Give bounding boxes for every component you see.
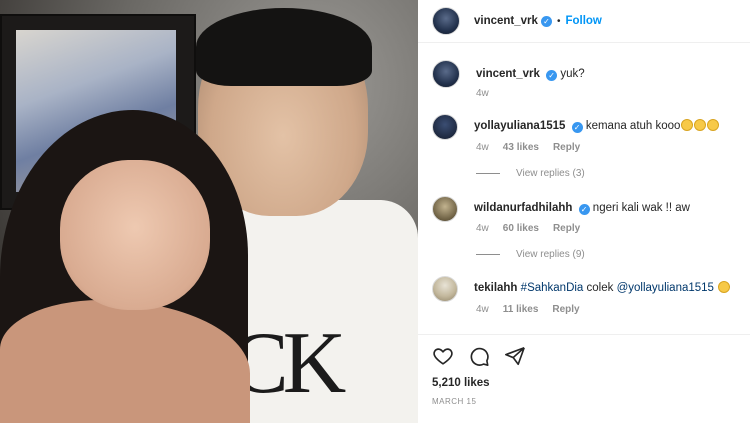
comments-list[interactable]: vincent_vrk ✓ yuk? 4w yollayuliana1515 ✓…	[418, 44, 750, 334]
likes-count[interactable]: 5,210 likes	[432, 377, 490, 389]
view-replies-label: View replies (3)	[516, 168, 585, 179]
comment-row: wildanurfadhilahh ✓ ngeri kali wak !! aw	[432, 196, 690, 222]
heart-icon[interactable]	[432, 345, 454, 367]
caption-meta: 4w	[476, 88, 489, 99]
comment-text-line: wildanurfadhilahh ✓ ngeri kali wak !! aw	[474, 201, 690, 215]
photo-man-hair	[196, 8, 372, 86]
view-replies-label: View replies (9)	[516, 249, 585, 260]
caption-text: yuk?	[560, 68, 585, 80]
replies-divider	[476, 254, 500, 255]
verified-icon: ✓	[578, 204, 590, 215]
comment-text: colek	[586, 282, 614, 294]
comment-hashtag[interactable]: #SahkanDia	[521, 282, 584, 294]
reply-button[interactable]: Reply	[553, 223, 580, 234]
comment-meta: 4w 11 likes Reply	[476, 304, 580, 315]
comment-meta: 4w 43 likes Reply	[476, 142, 580, 153]
comment-likes[interactable]: 11 likes	[503, 304, 539, 315]
commenter-username[interactable]: tekilahh	[474, 282, 517, 294]
comment-row: tekilahh #SahkanDia colek @yollayuliana1…	[432, 276, 731, 302]
view-replies-button[interactable]: View replies (3)	[476, 168, 585, 179]
header-separator: •	[556, 15, 561, 27]
verified-icon: ✓	[540, 15, 552, 27]
post-photo[interactable]: CK	[0, 0, 418, 423]
replies-divider	[476, 173, 500, 174]
caption-row: vincent_vrk ✓ yuk?	[432, 60, 585, 88]
commenter-username[interactable]: wildanurfadhilahh	[474, 202, 572, 214]
post-date: MARCH 15	[432, 397, 477, 406]
reply-button[interactable]: Reply	[553, 142, 580, 153]
comment-text-line: yollayuliana1515 ✓ kemana atuh kooo	[474, 119, 720, 133]
view-replies-button[interactable]: View replies (9)	[476, 249, 585, 260]
caption-avatar[interactable]	[432, 60, 460, 88]
comment-mention[interactable]: @yollayuliana1515	[617, 282, 714, 294]
comment-time: 4w	[476, 142, 489, 153]
grinning-emoji-icon	[681, 119, 694, 131]
follow-button[interactable]: Follow	[565, 15, 601, 27]
commenter-username[interactable]: yollayuliana1515	[474, 120, 565, 132]
grinning-emoji-icon	[694, 119, 707, 131]
commenter-avatar[interactable]	[432, 276, 458, 302]
author-avatar[interactable]	[432, 7, 460, 35]
comment-likes[interactable]: 43 likes	[503, 142, 539, 153]
shirt-logo: CK	[230, 315, 346, 412]
post-header: vincent_vrk ✓ • Follow	[418, 0, 750, 43]
comment-text-line: tekilahh #SahkanDia colek @yollayuliana1…	[474, 281, 731, 295]
post-actions: 5,210 likes MARCH 15	[418, 334, 750, 423]
grinning-emoji-icon	[707, 119, 720, 131]
share-icon[interactable]	[504, 345, 526, 367]
caption-time: 4w	[476, 88, 489, 99]
reply-button[interactable]: Reply	[552, 304, 579, 315]
verified-icon: ✓	[546, 70, 558, 81]
caption-username[interactable]: vincent_vrk	[476, 68, 540, 80]
action-icons	[432, 345, 526, 367]
comment-text: ngeri kali wak !! aw	[592, 202, 690, 214]
grinning-emoji-icon	[718, 281, 731, 293]
commenter-avatar[interactable]	[432, 196, 458, 222]
comment-time: 4w	[476, 304, 489, 315]
comment-likes[interactable]: 60 likes	[503, 223, 539, 234]
author-username[interactable]: vincent_vrk	[474, 15, 538, 27]
commenter-avatar[interactable]	[432, 114, 458, 140]
comment-row: yollayuliana1515 ✓ kemana atuh kooo	[432, 114, 720, 140]
post-sidebar: vincent_vrk ✓ • Follow vincent_vrk ✓ yuk…	[418, 0, 750, 423]
comment-text: kemana atuh kooo	[585, 120, 681, 132]
caption-text-line: vincent_vrk ✓ yuk?	[476, 67, 585, 81]
verified-icon: ✓	[571, 122, 583, 133]
comment-icon[interactable]	[468, 345, 490, 367]
comment-time: 4w	[476, 223, 489, 234]
comment-meta: 4w 60 likes Reply	[476, 223, 580, 234]
photo-woman-face	[60, 160, 210, 310]
